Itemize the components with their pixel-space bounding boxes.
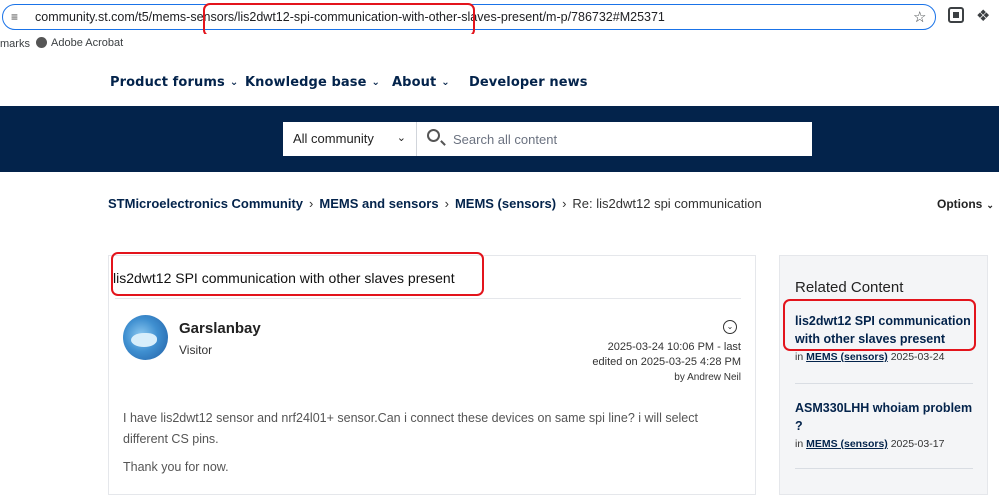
nav-knowledge-base[interactable]: Knowledge base ⌄: [245, 75, 380, 90]
bookmark-adobe-acrobat[interactable]: Adobe Acrobat: [36, 37, 123, 49]
nav-label: About: [392, 75, 437, 90]
edit-prefix: - last: [714, 341, 741, 353]
related-item-meta: in MEMS (sensors) 2025-03-17: [795, 438, 975, 450]
post-meta: 2025-03-24 10:06 PM - last edited on 202…: [592, 340, 741, 385]
breadcrumb: STMicroelectronics Community › MEMS and se…: [108, 196, 762, 211]
related-date: 2025-03-24: [887, 351, 945, 363]
nav-product-forums[interactable]: Product forums ⌄: [110, 75, 238, 90]
search-scope-label: All community: [293, 131, 374, 146]
author-name[interactable]: Garslanbay: [179, 320, 261, 337]
author-rank: Visitor: [179, 343, 213, 357]
related-content-panel: Related Content lis2dwt12 SPI communicat…: [779, 255, 988, 495]
chevron-right-icon: ›: [444, 196, 449, 211]
divider: [795, 383, 973, 384]
chevron-down-icon: ⌄: [986, 200, 994, 210]
post-body: I have lis2dwt12 sensor and nrf24l01+ se…: [123, 408, 733, 485]
title-highlight-annotation: [111, 252, 484, 296]
search-banner: All community ⌄: [0, 106, 999, 172]
options-menu[interactable]: Options ⌄: [937, 197, 994, 211]
bookmarks-label[interactable]: marks: [0, 38, 30, 50]
related-item: ASM330LHH whoiam problem ? in MEMS (sens…: [795, 399, 975, 450]
related-in: in: [795, 438, 807, 450]
related-heading: Related Content: [795, 279, 904, 296]
related-board-link[interactable]: MEMS (sensors): [806, 438, 888, 450]
edited-by[interactable]: by Andrew Neil: [592, 370, 741, 385]
nav-label: Developer news: [469, 75, 588, 90]
nav-label: Product forums: [110, 75, 225, 90]
breadcrumb-current: Re: lis2dwt12 spi communication: [572, 196, 762, 211]
related-item-meta: in MEMS (sensors) 2025-03-24: [795, 351, 975, 363]
avatar[interactable]: [123, 315, 168, 360]
nav-label: Knowledge base: [245, 75, 367, 90]
breadcrumb-community[interactable]: STMicroelectronics Community: [108, 196, 303, 211]
nav-about[interactable]: About ⌄: [392, 75, 450, 90]
chevron-right-icon: ›: [309, 196, 314, 211]
extensions-puzzle-icon[interactable]: ❖: [976, 6, 990, 26]
post-date: 2025-03-24 10:06 PM: [607, 341, 715, 353]
breadcrumb-mems-sensors[interactable]: MEMS (sensors): [455, 196, 556, 211]
related-item-title[interactable]: ASM330LHH whoiam problem ?: [795, 399, 975, 435]
post-paragraph: Thank you for now.: [123, 460, 229, 474]
url-suffix: m-p/786732#M25371: [546, 10, 665, 24]
search-input[interactable]: [453, 122, 803, 156]
options-label: Options: [937, 197, 983, 211]
divider: [795, 468, 973, 469]
chevron-down-icon: ⌄: [441, 77, 450, 88]
search-scope-select[interactable]: All community ⌄: [283, 122, 417, 156]
breadcrumb-mems-and-sensors[interactable]: MEMS and sensors: [319, 196, 438, 211]
search-icon[interactable]: [427, 129, 440, 142]
post-options-chevron-icon[interactable]: ⌄: [723, 320, 737, 334]
chevron-down-icon: ⌄: [396, 132, 406, 144]
extension-icon[interactable]: [948, 7, 964, 23]
chevron-down-icon: ⌄: [371, 77, 381, 88]
post-paragraph: I have lis2dwt12 sensor and nrf24l01+ se…: [123, 411, 698, 446]
related-highlight-annotation: [783, 299, 976, 351]
nav-developer-news[interactable]: Developer news: [469, 75, 588, 90]
bookmark-star-icon[interactable]: ☆: [913, 8, 926, 26]
site-info-icon[interactable]: ≡: [11, 10, 18, 24]
community-nav: Product forums ⌄ Knowledge base ⌄ About ⌄ D…: [0, 54, 999, 106]
bookmarks-bar: marks Adobe Acrobat: [0, 34, 999, 54]
search-box: [417, 122, 812, 156]
related-in: in: [795, 351, 807, 363]
edited-on: edited on 2025-03-25 4:28 PM: [592, 356, 741, 368]
related-date: 2025-03-17: [887, 438, 945, 450]
chevron-down-icon: ⌄: [229, 77, 239, 88]
url-highlight-annotation: [203, 3, 475, 37]
related-board-link[interactable]: MEMS (sensors): [806, 351, 888, 363]
chevron-right-icon: ›: [562, 196, 567, 211]
browser-toolbar: ≡ community.st.com/t5/mems-sensors/lis2d…: [0, 0, 999, 34]
bookmark-label: Adobe Acrobat: [51, 37, 124, 49]
acrobat-icon: [36, 37, 47, 48]
divider: [115, 298, 741, 299]
